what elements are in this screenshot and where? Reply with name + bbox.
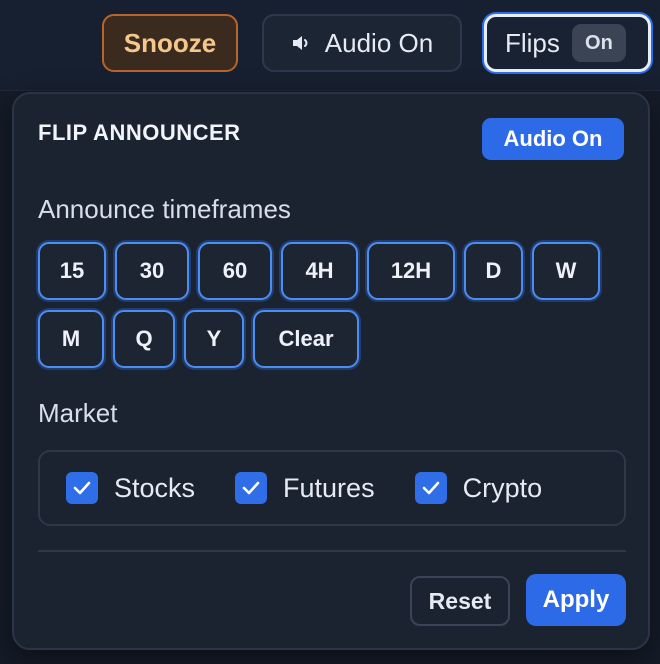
timeframe-chip-15[interactable]: 15 [38,242,106,300]
speaker-icon [291,34,313,52]
flips-label: Flips [505,27,560,58]
snooze-label: Snooze [123,27,217,58]
snooze-button[interactable]: Snooze [102,14,238,72]
market-option-futures[interactable]: Futures [235,472,375,504]
market-options: Stocks Futures Crypto [38,450,626,526]
timeframe-chip-30[interactable]: 30 [115,242,189,300]
checkmark-icon[interactable] [66,472,98,504]
timeframe-chip-y[interactable]: Y [184,310,244,368]
flips-toggle-button[interactable]: Flips On [484,14,651,72]
panel-title: FLIP ANNOUNCER [38,120,241,145]
apply-button[interactable]: Apply [526,574,626,626]
timeframe-chip-q[interactable]: Q [113,310,175,368]
timeframes-label: Announce timeframes [38,194,291,224]
timeframe-chip-m[interactable]: M [38,310,104,368]
panel-divider [38,550,626,552]
timeframe-chip-d[interactable]: D [464,242,523,300]
timeframe-chip-60[interactable]: 60 [198,242,272,300]
checkmark-icon[interactable] [414,472,447,504]
flips-state-badge: On [571,24,626,62]
top-toolbar: Snooze Audio On Flips On [0,0,660,91]
market-label-futures: Futures [283,472,375,503]
timeframe-chip-12h[interactable]: 12H [367,242,455,300]
reset-button[interactable]: Reset [410,576,510,626]
timeframe-row-1: 15 30 60 4H 12H D W [38,242,600,300]
flip-announcer-panel: FLIP ANNOUNCER Audio On Announce timefra… [12,92,650,650]
checkmark-icon[interactable] [235,472,268,504]
market-label-crypto: Crypto [462,472,543,503]
timeframe-chip-4h[interactable]: 4H [281,242,358,300]
timeframe-chip-w[interactable]: W [532,242,600,300]
timeframe-clear-button[interactable]: Clear [253,310,359,368]
timeframe-row-2: M Q Y Clear [38,310,359,368]
app-root: Snooze Audio On Flips On FLIP ANNOUNCER … [0,0,660,664]
market-option-crypto[interactable]: Crypto [414,472,543,504]
audio-toggle-button[interactable]: Audio On [262,14,462,72]
market-label-stocks: Stocks [114,472,196,503]
panel-audio-toggle[interactable]: Audio On [482,118,624,160]
market-label: Market [38,398,118,428]
market-option-stocks[interactable]: Stocks [66,472,195,504]
audio-toggle-label: Audio On [324,27,434,58]
